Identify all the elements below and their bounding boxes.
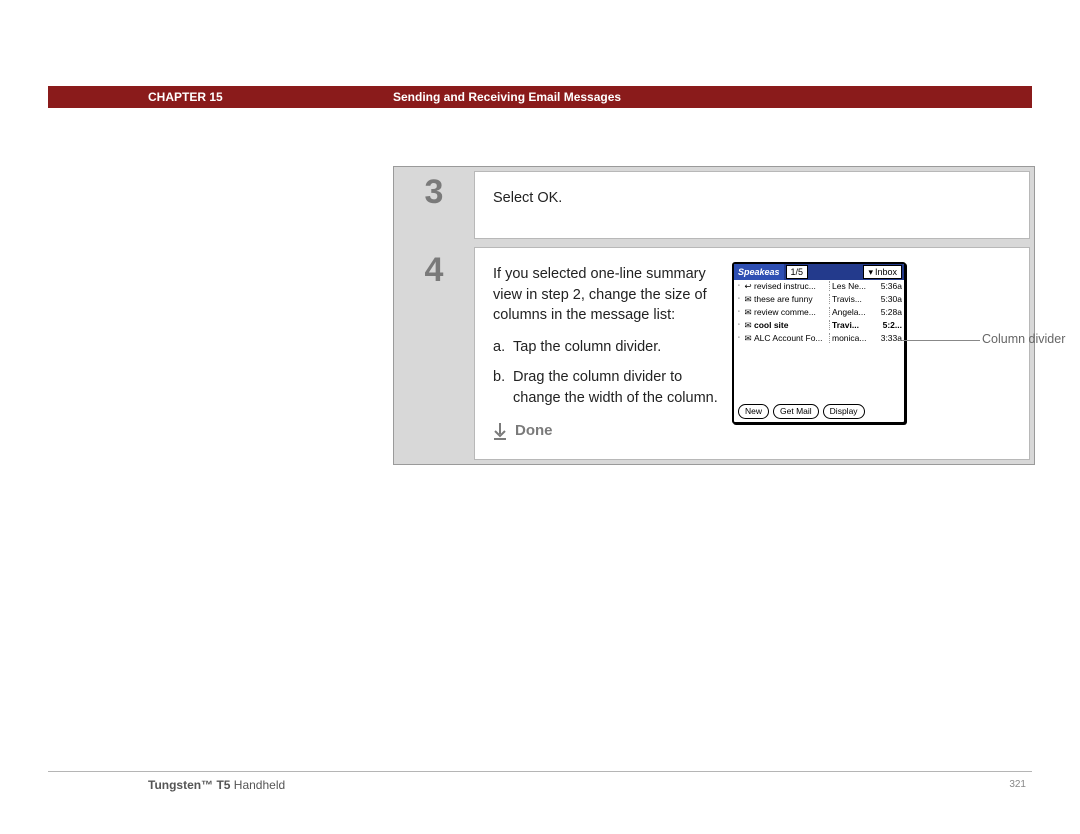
palm-message-list: ◦ ↩ revised instruc... Les Ne... 5:36a ◦… [734,280,904,402]
steps-container: 3 Select OK. 4 If you selected one-line … [393,166,1035,465]
done-indicator: Done [493,420,718,441]
palm-count: 1/5 [786,265,809,279]
msg-subject: revised instruc... [754,281,829,291]
msg-sender: Travis... [829,294,872,304]
msg-time: 5:36a [872,281,902,291]
msg-subject: review comme... [754,307,829,317]
chapter-label: CHAPTER 15 [48,90,223,104]
step-3-text: Select OK. [493,188,1011,208]
msg-time: 5:2... [872,320,902,330]
msg-subject: ALC Account Fo... [754,333,829,343]
table-row[interactable]: ◦ ✉ cool site Travi... 5:2... [734,319,904,332]
chevron-down-icon: ▾ [868,267,873,278]
msg-time: 3:33a [872,333,902,343]
reply-icon: ↩ [742,281,754,292]
step-4-body: If you selected one-line summary view in… [474,247,1030,460]
display-button[interactable]: Display [823,404,865,419]
step-4-text: If you selected one-line summary view in… [493,264,718,441]
footer-product-rest: Handheld [230,778,285,792]
step-3-number: 3 [394,167,474,243]
palm-folder-label: Inbox [875,267,897,277]
done-label: Done [515,420,553,441]
msg-sender: monica... [829,333,872,343]
mail-icon: ✉ [742,307,754,318]
step-4-sublist: a. Tap the column divider. b. Drag the c… [493,337,718,408]
page-number: 321 [1009,779,1026,790]
step-3-row: 3 Select OK. [394,167,1034,243]
sub-a-text: Tap the column divider. [513,337,661,357]
sub-a-letter: a. [493,337,513,357]
footer-product-bold: Tungsten™ T5 [148,778,230,792]
msg-subject: these are funny [754,294,829,304]
callout-line [902,340,980,341]
footer-product: Tungsten™ T5 Handheld [148,778,285,792]
callout-label: Column divider [982,332,1065,346]
step-3-body: Select OK. [474,171,1030,239]
list-item: b. Drag the column divider to change the… [493,367,718,408]
table-row[interactable]: ◦ ↩ revised instruc... Les Ne... 5:36a [734,280,904,293]
get-mail-button[interactable]: Get Mail [773,404,819,419]
palm-button-bar: New Get Mail Display [734,402,904,422]
mail-icon: ✉ [742,294,754,305]
step-4-number: 4 [394,243,474,464]
msg-time: 5:30a [872,294,902,304]
palm-screenshot-wrap: Speakeas 1/5 ▾ Inbox ◦ ↩ revised instruc… [730,264,1011,441]
mail-icon: ✉ [742,320,754,331]
table-row[interactable]: ◦ ✉ review comme... Angela... 5:28a [734,306,904,319]
msg-time: 5:28a [872,307,902,317]
palm-app-name: Speakeas [734,264,784,280]
msg-sender: Travi... [829,320,872,330]
palm-header: Speakeas 1/5 ▾ Inbox [734,264,904,280]
mail-icon: ✉ [742,333,754,344]
step-4-intro: If you selected one-line summary view in… [493,264,718,325]
table-row[interactable]: ◦ ✉ these are funny Travis... 5:30a [734,293,904,306]
sub-b-text: Drag the column divider to change the wi… [513,367,718,408]
msg-sender: Angela... [829,307,872,317]
footer-divider [48,771,1032,772]
palm-folder-dropdown[interactable]: ▾ Inbox [863,265,902,279]
list-item: a. Tap the column divider. [493,337,718,357]
msg-sender: Les Ne... [829,281,872,291]
step-4-row: 4 If you selected one-line summary view … [394,243,1034,464]
table-row[interactable]: ◦ ✉ ALC Account Fo... monica... 3:33a [734,332,904,345]
chapter-header: CHAPTER 15 Sending and Receiving Email M… [48,86,1032,108]
new-button[interactable]: New [738,404,769,419]
palm-device-screen: Speakeas 1/5 ▾ Inbox ◦ ↩ revised instruc… [732,262,906,424]
done-arrow-icon [493,422,507,440]
sub-b-letter: b. [493,367,513,408]
msg-subject: cool site [754,320,829,330]
chapter-title: Sending and Receiving Email Messages [393,90,621,104]
